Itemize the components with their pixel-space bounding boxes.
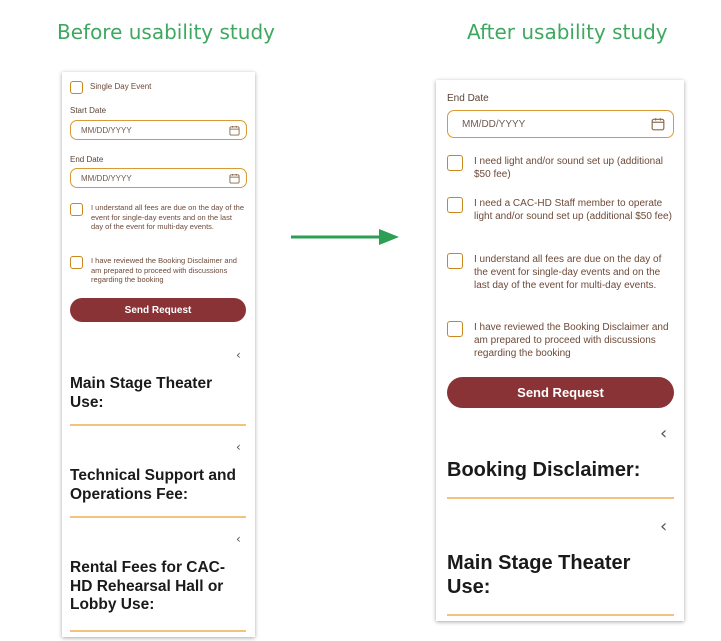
disclaimer-agreement-row[interactable]: I have reviewed the Booking Disclaimer a… — [70, 256, 246, 285]
end-date-placeholder: MM/DD/YYYY — [81, 173, 132, 183]
disclaimer-checkbox[interactable] — [70, 256, 83, 269]
end-date-field[interactable]: MM/DD/YYYY — [70, 168, 247, 188]
section-divider — [447, 497, 674, 499]
end-date-label: End Date — [70, 155, 104, 164]
start-date-placeholder: MM/DD/YYYY — [81, 125, 132, 135]
option-row[interactable]: I have reviewed the Booking Disclaimer a… — [447, 321, 675, 360]
after-phone-panel: End Date MM/DD/YYYY I need light and/or … — [436, 80, 684, 621]
end-date-field[interactable]: MM/DD/YYYY — [447, 110, 674, 138]
option-checkbox[interactable] — [447, 197, 463, 213]
section-divider — [70, 630, 246, 632]
section-title[interactable]: Main Stage Theater Use: — [447, 551, 677, 599]
fees-checkbox[interactable] — [70, 203, 83, 216]
single-day-checkbox[interactable] — [70, 81, 83, 94]
start-date-field[interactable]: MM/DD/YYYY — [70, 120, 247, 140]
section-title[interactable]: Rental Fees for CAC-HD Rehearsal Hall or… — [70, 559, 246, 615]
option-text: I have reviewed the Booking Disclaimer a… — [474, 322, 669, 359]
before-phone-panel: Single Day Event Start Date MM/DD/YYYY E… — [62, 72, 255, 637]
disclaimer-agreement-text: I have reviewed the Booking Disclaimer a… — [91, 256, 237, 284]
chevron-left-icon[interactable]: ‹ — [660, 516, 667, 537]
start-date-label: Start Date — [70, 106, 107, 115]
section-divider — [70, 424, 246, 426]
option-row[interactable]: I need light and/or sound set up (additi… — [447, 155, 675, 181]
calendar-icon[interactable] — [651, 117, 665, 131]
section-divider — [70, 516, 246, 518]
single-day-label: Single Day Event — [90, 82, 152, 91]
section-title[interactable]: Booking Disclaimer: — [447, 458, 677, 482]
calendar-icon[interactable] — [229, 125, 240, 136]
section-title[interactable]: Main Stage Theater Use: — [70, 375, 246, 412]
section-title[interactable]: Technical Support and Operations Fee: — [70, 467, 246, 504]
before-heading: Before usability study — [57, 20, 275, 44]
single-day-row[interactable]: Single Day Event — [70, 81, 151, 94]
calendar-icon[interactable] — [229, 173, 240, 184]
option-checkbox[interactable] — [447, 253, 463, 269]
option-text: I need light and/or sound set up (additi… — [474, 156, 664, 180]
end-date-label: End Date — [447, 93, 489, 104]
chevron-left-icon[interactable]: ‹ — [236, 348, 241, 362]
chevron-left-icon[interactable]: ‹ — [236, 440, 241, 454]
right-arrow-icon — [291, 229, 399, 245]
option-text: I need a CAC-HD Staff member to operate … — [474, 198, 672, 222]
option-checkbox[interactable] — [447, 321, 463, 337]
end-date-placeholder: MM/DD/YYYY — [462, 118, 526, 130]
chevron-left-icon[interactable]: ‹ — [660, 423, 667, 444]
send-request-button[interactable]: Send Request — [70, 298, 246, 322]
fees-agreement-row[interactable]: I understand all fees are due on the day… — [70, 203, 246, 232]
option-checkbox[interactable] — [447, 155, 463, 171]
send-request-button[interactable]: Send Request — [447, 377, 674, 408]
chevron-left-icon[interactable]: ‹ — [236, 532, 241, 546]
option-row[interactable]: I understand all fees are due on the day… — [447, 253, 675, 292]
after-heading: After usability study — [467, 20, 668, 44]
fees-agreement-text: I understand all fees are due on the day… — [91, 203, 245, 231]
option-text: I understand all fees are due on the day… — [474, 254, 662, 291]
section-divider — [447, 614, 674, 616]
option-row[interactable]: I need a CAC-HD Staff member to operate … — [447, 197, 675, 223]
